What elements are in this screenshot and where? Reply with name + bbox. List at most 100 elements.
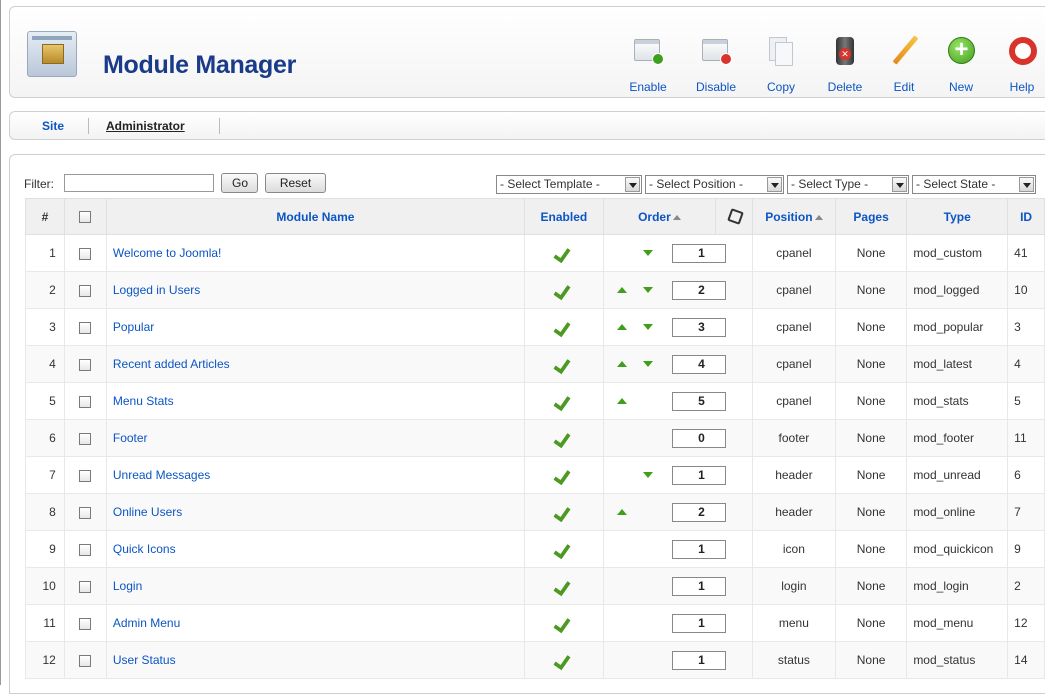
sort-asc-icon	[814, 214, 823, 220]
module-name-link[interactable]: Admin Menu	[113, 616, 180, 630]
enabled-check-icon[interactable]	[554, 577, 574, 593]
module-name-link[interactable]: Recent added Articles	[113, 357, 230, 371]
new-button[interactable]: + New	[931, 35, 991, 99]
order-input[interactable]: 1	[671, 466, 726, 485]
row-checkbox[interactable]	[79, 432, 92, 445]
help-button[interactable]: Help	[992, 35, 1045, 99]
module-name-link[interactable]: Footer	[113, 431, 148, 445]
row-checkbox[interactable]	[79, 358, 92, 371]
chevron-down-icon	[892, 177, 907, 192]
module-name-link[interactable]: User Status	[113, 653, 176, 667]
module-name-link[interactable]: Logged in Users	[113, 283, 200, 297]
col-header-enabled[interactable]: Enabled	[523, 198, 604, 235]
move-up-icon[interactable]	[616, 361, 627, 367]
order-input[interactable]: 2	[671, 503, 726, 522]
move-up-icon[interactable]	[616, 324, 627, 330]
order-input[interactable]: 1	[671, 244, 726, 263]
module-name-link[interactable]: Login	[113, 579, 142, 593]
enabled-cell	[523, 234, 604, 272]
move-down-icon[interactable]	[642, 287, 653, 293]
row-checkbox[interactable]	[79, 469, 92, 482]
row-checkbox[interactable]	[79, 395, 92, 408]
disable-icon	[700, 35, 732, 67]
module-name-link[interactable]: Menu Stats	[113, 394, 174, 408]
position-cell: cpanel	[751, 382, 836, 420]
enable-button[interactable]: Enable	[618, 35, 678, 99]
submenu-item-administrator[interactable]: Administrator	[106, 119, 185, 133]
enabled-cell	[523, 308, 604, 346]
col-header-type[interactable]: Type	[906, 198, 1009, 235]
select-position[interactable]: - Select Position -	[645, 175, 784, 194]
edit-button[interactable]: Edit	[874, 35, 934, 99]
module-name-link[interactable]: Welcome to Joomla!	[113, 246, 222, 260]
col-header-save-order[interactable]	[715, 198, 753, 235]
move-up-icon[interactable]	[616, 287, 627, 293]
move-down-icon[interactable]	[642, 324, 653, 330]
enabled-check-icon[interactable]	[554, 614, 574, 630]
enabled-check-icon[interactable]	[554, 318, 574, 334]
order-input[interactable]: 4	[671, 355, 726, 374]
order-input[interactable]: 1	[671, 540, 726, 559]
row-checkbox[interactable]	[79, 543, 92, 556]
move-up-icon[interactable]	[616, 398, 627, 404]
row-checkbox[interactable]	[79, 654, 92, 667]
row-checkbox[interactable]	[79, 506, 92, 519]
row-select-cell	[63, 493, 107, 531]
order-cell: 0	[602, 419, 753, 457]
col-header-id[interactable]: ID	[1007, 198, 1045, 235]
copy-button[interactable]: Copy	[751, 35, 811, 99]
select-state[interactable]: - Select State -	[912, 175, 1036, 194]
order-input[interactable]: 1	[671, 577, 726, 596]
pages-cell: None	[834, 419, 908, 457]
row-checkbox[interactable]	[79, 580, 92, 593]
select-template[interactable]: - Select Template -	[496, 175, 642, 194]
reset-button[interactable]: Reset	[265, 173, 326, 193]
modules-table: # Module Name Enabled Order Position Pag…	[25, 198, 1045, 679]
disable-button[interactable]: Disable	[686, 35, 746, 99]
select-all-checkbox[interactable]	[79, 211, 92, 224]
row-checkbox[interactable]	[79, 284, 92, 297]
order-input[interactable]: 1	[671, 614, 726, 633]
enabled-check-icon[interactable]	[554, 244, 574, 260]
enabled-check-icon[interactable]	[554, 392, 574, 408]
module-name-link[interactable]: Quick Icons	[113, 542, 176, 556]
move-down-icon[interactable]	[642, 472, 653, 478]
col-header-name[interactable]: Module Name	[105, 198, 525, 235]
move-up-icon[interactable]	[616, 509, 627, 515]
pages-cell: None	[834, 271, 908, 309]
filter-input[interactable]	[64, 174, 214, 192]
order-input[interactable]: 1	[671, 651, 726, 670]
enabled-check-icon[interactable]	[554, 503, 574, 519]
enabled-check-icon[interactable]	[554, 429, 574, 445]
move-down-icon[interactable]	[642, 250, 653, 256]
module-name-link[interactable]: Online Users	[113, 505, 182, 519]
enabled-cell	[523, 419, 604, 457]
row-number: 6	[25, 419, 65, 457]
enabled-check-icon[interactable]	[554, 540, 574, 556]
chevron-down-icon	[625, 177, 640, 192]
order-input[interactable]: 2	[671, 281, 726, 300]
enabled-check-icon[interactable]	[554, 281, 574, 297]
submenu-item-site[interactable]: Site	[42, 119, 64, 133]
col-header-order[interactable]: Order	[602, 198, 717, 235]
col-header-position[interactable]: Position	[751, 198, 836, 235]
move-down-icon[interactable]	[642, 361, 653, 367]
enabled-check-icon[interactable]	[554, 651, 574, 667]
order-input[interactable]: 5	[671, 392, 726, 411]
row-number: 10	[25, 567, 65, 605]
enabled-check-icon[interactable]	[554, 466, 574, 482]
order-cell: 3	[602, 308, 753, 346]
go-button[interactable]: Go	[221, 173, 258, 193]
module-name-link[interactable]: Popular	[113, 320, 154, 334]
delete-button[interactable]: ✕ Delete	[815, 35, 875, 99]
pages-cell: None	[834, 382, 908, 420]
module-name-link[interactable]: Unread Messages	[113, 468, 210, 482]
order-input[interactable]: 0	[671, 429, 726, 448]
row-checkbox[interactable]	[79, 617, 92, 630]
col-header-pages[interactable]: Pages	[834, 198, 908, 235]
row-checkbox[interactable]	[79, 247, 92, 260]
order-input[interactable]: 3	[671, 318, 726, 337]
enabled-check-icon[interactable]	[554, 355, 574, 371]
select-type[interactable]: - Select Type -	[787, 175, 909, 194]
row-checkbox[interactable]	[79, 321, 92, 334]
